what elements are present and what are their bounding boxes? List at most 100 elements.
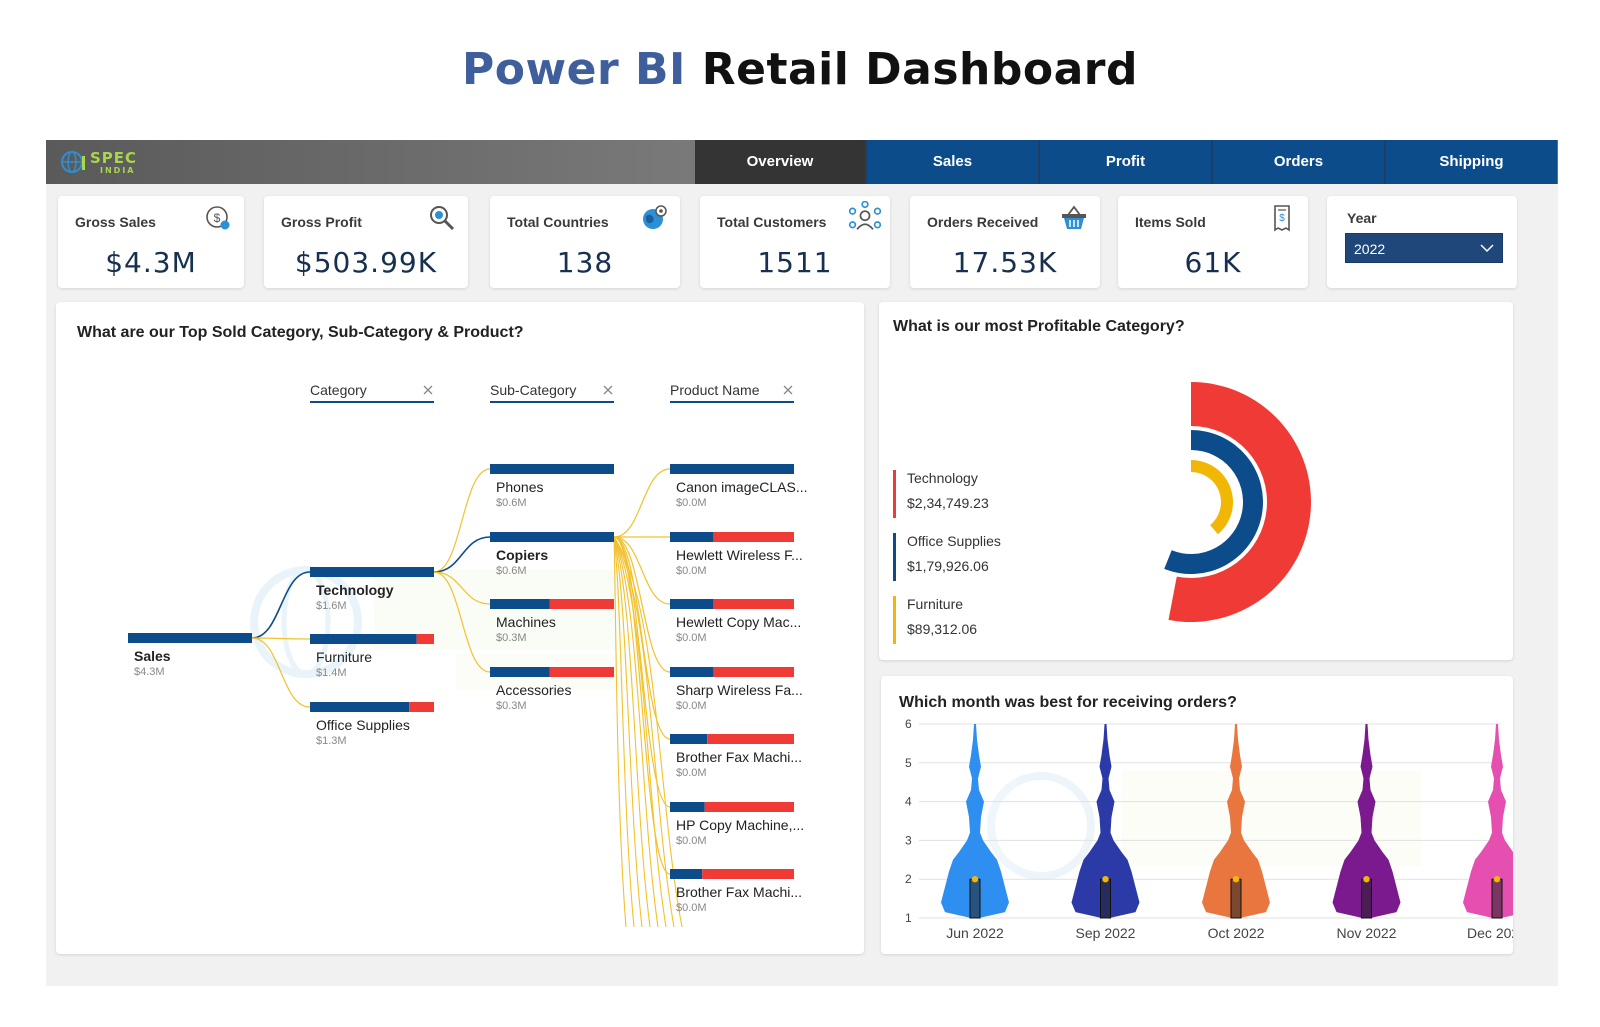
- page-title-part1: Power BI: [461, 44, 686, 95]
- orders-month-panel: Which month was best for receiving order…: [881, 676, 1513, 954]
- basket-icon: [1062, 205, 1086, 229]
- kpi-label: Orders Received: [927, 214, 1039, 230]
- page-title-part2: Retail Dashboard: [701, 44, 1138, 95]
- y-tick-label: 4: [905, 795, 912, 809]
- year-dropdown-value: 2022: [1354, 241, 1386, 257]
- y-tick-label: 2: [905, 872, 912, 886]
- kpi-label: Total Countries: [507, 214, 609, 230]
- node-label: Technology: [316, 582, 394, 598]
- level-header-3[interactable]: Product Name: [670, 382, 794, 403]
- tree-link: [433, 468, 491, 573]
- node-label: HP Copy Machine,...: [676, 817, 804, 833]
- kpi-value: $4.3M: [105, 246, 197, 279]
- node-value: $0.0M: [676, 565, 707, 577]
- svg-text:$: $: [214, 211, 221, 225]
- node-bar: [490, 599, 550, 609]
- tree-node-product[interactable]: Hewlett Copy Mac... $0.0M: [670, 599, 801, 644]
- tree-node-product[interactable]: Brother Fax Machi... $0.0M: [670, 869, 802, 914]
- kpi-orders-received: Orders Received 17.53K: [910, 196, 1100, 288]
- violin-jun-2022[interactable]: [941, 724, 1009, 919]
- x-tick-label: Dec 2022: [1467, 925, 1513, 941]
- tab-orders[interactable]: Orders: [1211, 140, 1384, 184]
- tree-node-category[interactable]: Office Supplies $1.3M: [310, 702, 434, 747]
- violin-shape: [1463, 724, 1513, 918]
- radial-bar-furniture[interactable]: [1191, 460, 1233, 535]
- tree-link: [433, 536, 491, 573]
- node-label: Accessories: [496, 682, 571, 698]
- decomposition-tree-panel: What are our Top Sold Category, Sub-Cate…: [56, 302, 864, 954]
- kpi-items-sold: Items Sold $ 61K: [1118, 196, 1308, 288]
- year-filter-label: Year: [1347, 210, 1377, 226]
- node-bar: [490, 464, 614, 474]
- node-label: Hewlett Copy Mac...: [676, 614, 801, 630]
- node-value: $0.0M: [676, 767, 707, 779]
- violin-median: [971, 876, 979, 883]
- tree-node-product[interactable]: Sharp Wireless Fa... $0.0M: [670, 667, 803, 712]
- node-bar-remainder: [549, 667, 614, 677]
- x-tick-label: Sep 2022: [1076, 925, 1136, 941]
- tab-shipping[interactable]: Shipping: [1384, 140, 1557, 184]
- node-value: $0.0M: [676, 632, 707, 644]
- nav-tabs: Overview Sales Profit Orders Shipping: [695, 140, 1557, 184]
- globe-pin-icon: [643, 205, 667, 229]
- node-bar-remainder: [702, 869, 794, 879]
- tree-node-subcategory[interactable]: Phones $0.6M: [490, 464, 614, 509]
- radial-bar-technology[interactable]: [1168, 382, 1311, 622]
- tree-node-root[interactable]: Sales $4.3M: [128, 633, 252, 678]
- close-icon[interactable]: [783, 385, 793, 395]
- close-icon[interactable]: [603, 385, 613, 395]
- logo: SPEC INDIA: [60, 148, 140, 176]
- violin-dec-2022[interactable]: [1463, 724, 1513, 919]
- tab-overview[interactable]: Overview: [695, 140, 865, 184]
- kpi-label: Total Customers: [717, 214, 827, 230]
- node-label: Furniture: [316, 649, 372, 665]
- node-bar-remainder: [713, 532, 794, 542]
- level-header-label: Category: [310, 382, 367, 398]
- logo-subtext: INDIA: [100, 166, 136, 175]
- decomposition-tree-chart: Category Sub-Category Product Name Sales $4.…: [128, 382, 808, 928]
- level-header-1[interactable]: Category: [310, 382, 434, 403]
- node-bar-remainder: [707, 734, 794, 744]
- tab-profit[interactable]: Profit: [1038, 140, 1211, 184]
- y-tick-label: 3: [905, 833, 912, 847]
- node-value: $0.6M: [496, 497, 527, 509]
- dashboard-frame: SPEC INDIA Overview Sales Profit Orders …: [46, 140, 1558, 986]
- node-bar-remainder: [549, 599, 614, 609]
- kpi-value: 17.53K: [952, 246, 1058, 279]
- node-value: $0.0M: [676, 902, 707, 914]
- year-dropdown[interactable]: 2022: [1345, 233, 1503, 263]
- orders-violin-chart: 1 2 3 4 5 6 Jun 2022 Sep 2022 Oct 2022 Nov 2022 De…: [905, 717, 1513, 941]
- node-value: $0.3M: [496, 700, 527, 712]
- node-bar: [310, 634, 417, 644]
- violin-median: [1363, 876, 1370, 883]
- y-tick-label: 1: [905, 911, 912, 925]
- kpi-total-customers: Total Customers 1511: [700, 196, 890, 288]
- node-bar-remainder: [713, 667, 794, 677]
- x-tick-label: Jun 2022: [946, 925, 1004, 941]
- node-bar: [310, 567, 434, 577]
- kpi-label: Items Sold: [1135, 214, 1206, 230]
- node-bar: [670, 464, 794, 474]
- tree-node-product[interactable]: Brother Fax Machi... $0.0M: [670, 734, 802, 779]
- tree-node-category[interactable]: Furniture $1.4M: [310, 634, 434, 679]
- node-label: Brother Fax Machi...: [676, 749, 802, 765]
- node-bar-remainder: [713, 599, 794, 609]
- node-bar: [670, 734, 708, 744]
- profit-category-panel: What is our most Profitable Category? Te…: [879, 302, 1513, 660]
- tree-node-product[interactable]: Hewlett Wireless F... $0.0M: [670, 532, 803, 577]
- tab-sales[interactable]: Sales: [865, 140, 1038, 184]
- top-nav: SPEC INDIA Overview Sales Profit Orders …: [46, 140, 1558, 184]
- y-tick-label: 6: [905, 717, 912, 731]
- svg-text:$: $: [1279, 213, 1285, 224]
- level-header-2[interactable]: Sub-Category: [490, 382, 614, 403]
- violin-median: [1232, 876, 1240, 883]
- node-label: Copiers: [496, 547, 548, 563]
- x-tick-label: Nov 2022: [1337, 925, 1397, 941]
- violin-box: [969, 878, 981, 919]
- kpi-value: $503.99K: [294, 246, 438, 279]
- tree-node-product[interactable]: Canon imageCLAS... $0.0M: [670, 464, 808, 509]
- kpi-value: 1511: [757, 246, 833, 279]
- tree-node-product[interactable]: HP Copy Machine,... $0.0M: [670, 802, 804, 847]
- close-icon[interactable]: [423, 385, 433, 395]
- level-header-label: Sub-Category: [490, 382, 576, 398]
